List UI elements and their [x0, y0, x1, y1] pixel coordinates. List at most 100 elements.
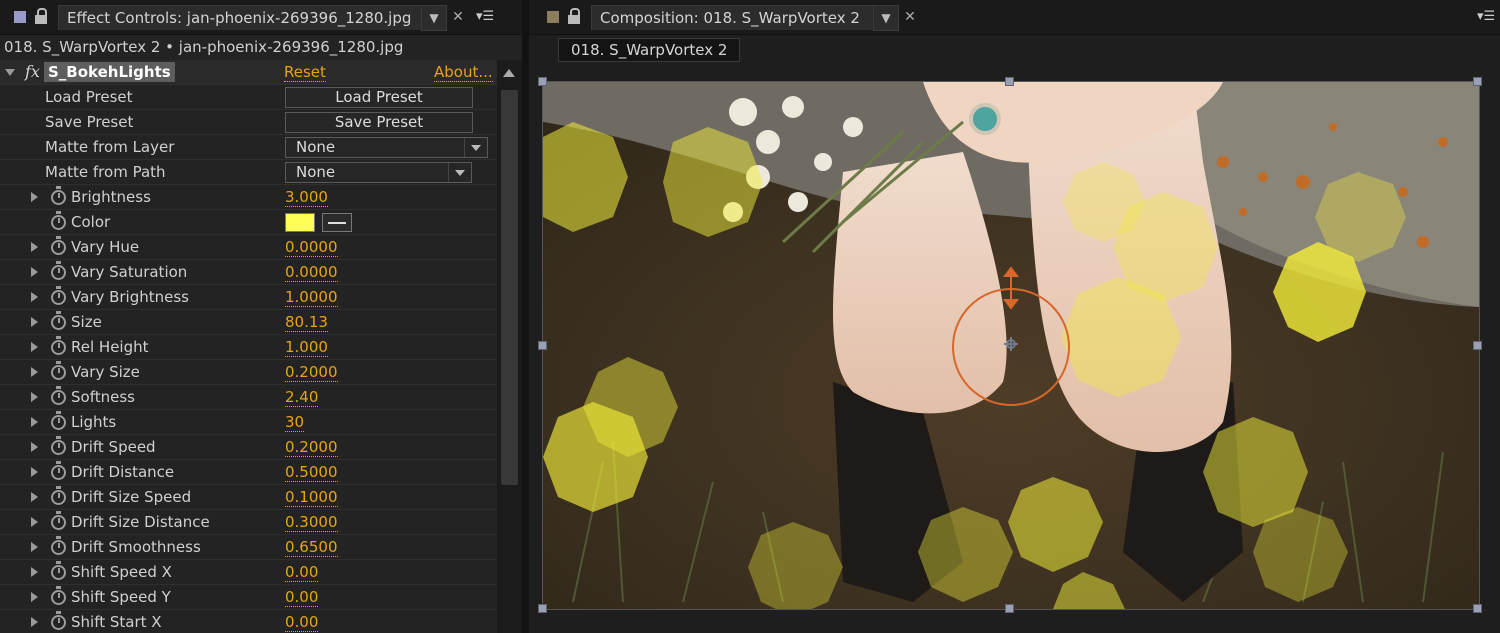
param-row: Vary Size 0.2000 [0, 360, 497, 385]
matte-layer-select[interactable]: None [285, 137, 488, 158]
twirl-closed-icon[interactable] [31, 417, 38, 427]
param-row: Save Preset Save Preset [0, 110, 497, 135]
param-value[interactable]: 0.00 [285, 586, 319, 607]
stopwatch-icon[interactable] [51, 286, 66, 305]
scroll-up-arrow-icon[interactable] [503, 69, 515, 77]
about-button[interactable]: About... [434, 61, 493, 82]
scrollbar-thumb[interactable] [501, 90, 518, 485]
twirl-closed-icon[interactable] [31, 542, 38, 552]
twirl-closed-icon[interactable] [31, 267, 38, 277]
tab-composition[interactable]: Composition: 018. S_WarpVortex 2 [591, 5, 874, 30]
twirl-closed-icon[interactable] [31, 467, 38, 477]
stopwatch-icon[interactable] [51, 611, 66, 630]
close-icon[interactable]: ✕ [449, 5, 467, 29]
twirl-closed-icon[interactable] [31, 342, 38, 352]
stopwatch-icon[interactable] [51, 211, 66, 230]
twirl-closed-icon[interactable] [31, 592, 38, 602]
stopwatch-icon[interactable] [51, 536, 66, 555]
stopwatch-icon[interactable] [51, 586, 66, 605]
stopwatch-icon[interactable] [51, 386, 66, 405]
tab-dropdown-icon[interactable]: ▼ [421, 5, 447, 31]
stopwatch-icon[interactable] [51, 186, 66, 205]
effect-controls-scrollbar[interactable] [497, 60, 522, 633]
param-value[interactable]: 0.1000 [285, 486, 338, 507]
layer-handle[interactable] [1473, 341, 1482, 350]
stopwatch-icon[interactable] [51, 236, 66, 255]
param-value[interactable]: 0.0000 [285, 236, 338, 257]
stopwatch-icon[interactable] [51, 261, 66, 280]
param-value[interactable]: 30 [285, 411, 305, 432]
twirl-closed-icon[interactable] [31, 192, 38, 202]
twirl-closed-icon[interactable] [31, 517, 38, 527]
param-label: Load Preset [45, 88, 133, 106]
param-value[interactable]: 0.00 [285, 561, 319, 582]
color-swatch[interactable] [285, 213, 315, 232]
stopwatch-icon[interactable] [51, 361, 66, 380]
eyedropper-icon[interactable] [322, 213, 352, 232]
stopwatch-icon[interactable] [51, 461, 66, 480]
twirl-closed-icon[interactable] [31, 617, 38, 627]
panel-divider[interactable] [522, 0, 529, 633]
composition-subtab[interactable]: 018. S_WarpVortex 2 [558, 38, 741, 62]
stopwatch-icon[interactable] [51, 411, 66, 430]
twirl-closed-icon[interactable] [31, 367, 38, 377]
stopwatch-icon[interactable] [51, 436, 66, 455]
param-label: Matte from Path [45, 163, 166, 181]
close-icon[interactable]: ✕ [901, 5, 919, 29]
param-value[interactable]: 0.3000 [285, 511, 338, 532]
panel-menu-icon[interactable]: ▾☰ [476, 5, 494, 29]
param-value[interactable]: 0.0000 [285, 261, 338, 282]
reset-button[interactable]: Reset [284, 61, 326, 82]
param-value[interactable]: 80.13 [285, 311, 328, 332]
effect-name[interactable]: S_BokehLights [44, 62, 175, 82]
param-value[interactable]: 0.2000 [285, 361, 338, 382]
layer-handle[interactable] [1473, 77, 1482, 86]
param-value[interactable]: 0.5000 [285, 461, 338, 482]
layer-handle[interactable] [538, 77, 547, 86]
param-value[interactable]: 3.000 [285, 186, 328, 207]
chevron-down-icon[interactable] [448, 163, 471, 182]
param-value[interactable]: 2.40 [285, 386, 319, 407]
twirl-closed-icon[interactable] [31, 442, 38, 452]
composition-tabbar: Composition: 018. S_WarpVortex 2 ▼ ✕ ▾☰ [529, 0, 1500, 35]
param-row: Drift Speed 0.2000 [0, 435, 497, 460]
matte-path-select[interactable]: None [285, 162, 472, 183]
twirl-open-icon[interactable] [5, 69, 15, 76]
twirl-closed-icon[interactable] [31, 292, 38, 302]
param-label: Shift Start X [71, 613, 162, 631]
layer-handle[interactable] [1005, 77, 1014, 86]
twirl-closed-icon[interactable] [31, 492, 38, 502]
param-label: Shift Speed Y [71, 588, 171, 606]
fx-icon[interactable]: fx [25, 62, 40, 81]
panel-menu-icon[interactable]: ▾☰ [1477, 5, 1495, 29]
layer-handle[interactable] [1005, 604, 1014, 613]
twirl-closed-icon[interactable] [31, 392, 38, 402]
twirl-closed-icon[interactable] [31, 317, 38, 327]
load-preset-button[interactable]: Load Preset [285, 87, 473, 108]
stopwatch-icon[interactable] [51, 486, 66, 505]
param-label: Drift Size Distance [71, 513, 210, 531]
tab-dropdown-icon[interactable]: ▼ [873, 5, 899, 31]
param-row: Drift Distance 0.5000 [0, 460, 497, 485]
composition-viewer[interactable] [542, 81, 1480, 610]
param-value[interactable]: 1.0000 [285, 286, 338, 307]
tab-effect-controls[interactable]: Effect Controls: jan-phoenix-269396_1280… [58, 5, 426, 30]
chevron-down-icon[interactable] [464, 138, 487, 157]
lock-icon[interactable] [567, 8, 581, 24]
param-label: Vary Saturation [71, 263, 188, 281]
stopwatch-icon[interactable] [51, 311, 66, 330]
layer-handle[interactable] [538, 341, 547, 350]
stopwatch-icon[interactable] [51, 561, 66, 580]
layer-handle[interactable] [538, 604, 547, 613]
twirl-closed-icon[interactable] [31, 567, 38, 577]
param-value[interactable]: 0.2000 [285, 436, 338, 457]
param-value[interactable]: 0.00 [285, 611, 319, 632]
stopwatch-icon[interactable] [51, 511, 66, 530]
param-value[interactable]: 1.000 [285, 336, 328, 357]
param-value[interactable]: 0.6500 [285, 536, 338, 557]
twirl-closed-icon[interactable] [31, 242, 38, 252]
stopwatch-icon[interactable] [51, 336, 66, 355]
save-preset-button[interactable]: Save Preset [285, 112, 473, 133]
lock-icon[interactable] [34, 8, 48, 24]
layer-handle[interactable] [1473, 604, 1482, 613]
